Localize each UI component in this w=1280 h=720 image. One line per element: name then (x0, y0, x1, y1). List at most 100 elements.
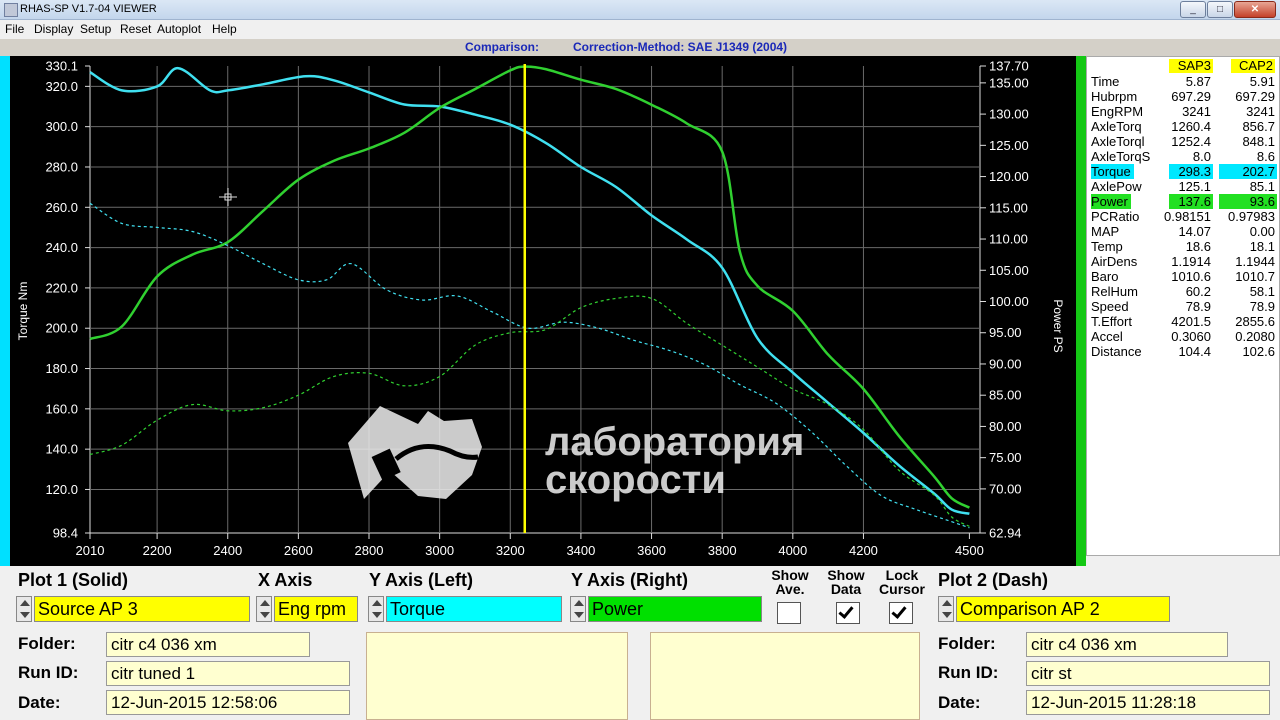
spinner-down-icon[interactable] (942, 612, 952, 618)
spinner-up-icon[interactable] (574, 600, 584, 606)
data-row-name: Temp (1091, 239, 1123, 254)
x-tick-label: 2200 (143, 543, 172, 558)
plot1-spinner[interactable] (16, 596, 32, 622)
left-tick-label: 140.0 (45, 442, 78, 457)
data-row-power: Power 137.6 93.6 (1091, 194, 1277, 209)
data-row-value-2: 85.1 (1249, 179, 1275, 194)
yaxis-left-select[interactable]: Torque (386, 596, 562, 622)
run2-runid-label: Run ID: (938, 663, 999, 682)
data-row-value-1: 1252.4 (1171, 134, 1211, 149)
data-row-value-1: 298.3 (1169, 164, 1213, 179)
spinner-up-icon[interactable] (260, 600, 270, 606)
run1-date-label: Date: (18, 693, 61, 712)
yaxis-right-title: Y Axis (Right) (571, 570, 689, 590)
left-tick-label: 260.0 (45, 200, 78, 215)
right-tick-label: 95.00 (989, 325, 1022, 340)
data-row-value-1: 3241 (1182, 104, 1211, 119)
plot1-select[interactable]: Source AP 3 (34, 596, 250, 622)
left-tick-label: 320.0 (45, 79, 78, 94)
run1-runid-field[interactable]: citr tuned 1 (106, 661, 350, 686)
menu-display[interactable]: Display (34, 22, 73, 36)
spinner-up-icon[interactable] (372, 600, 382, 606)
right-tick-label: 130.00 (989, 107, 1029, 122)
right-tick-label: 110.00 (989, 232, 1028, 247)
show-ave-checkbox[interactable] (777, 602, 801, 624)
data-row-relhum: RelHum 60.2 58.1 (1091, 284, 1277, 299)
data-row-value-1: 1260.4 (1171, 119, 1211, 134)
right-tick-label: 115.00 (989, 200, 1028, 215)
menu-autoplot[interactable]: Autoplot (157, 22, 201, 36)
xaxis-spinner[interactable] (256, 596, 272, 622)
data-row-speed: Speed 78.9 78.9 (1091, 299, 1277, 314)
plot2-select[interactable]: Comparison AP 2 (956, 596, 1170, 622)
left-tick-label: 200.0 (45, 321, 78, 336)
spinner-down-icon[interactable] (574, 612, 584, 618)
yaxis-right-select[interactable]: Power (588, 596, 762, 622)
menu-bar: File Display Setup Reset Autoplot Help (0, 20, 1280, 39)
xaxis-title: X Axis (258, 570, 313, 590)
app-icon (4, 3, 18, 17)
x-tick-label: 2600 (284, 543, 313, 558)
maximize-button[interactable]: □ (1207, 1, 1233, 18)
show-data-checkbox[interactable] (836, 602, 860, 624)
plot2-spinner[interactable] (938, 596, 954, 622)
data-row-hubrpm: Hubrpm 697.29 697.29 (1091, 89, 1277, 104)
data-row-value-1: 18.6 (1185, 239, 1211, 254)
spinner-down-icon[interactable] (20, 612, 30, 618)
plot2-notes-box[interactable] (650, 632, 920, 720)
data-row-value-2: 78.9 (1249, 299, 1275, 314)
data-row-baro: Baro 1010.6 1010.7 (1091, 269, 1277, 284)
xaxis-select[interactable]: Eng rpm (274, 596, 358, 622)
spinner-up-icon[interactable] (942, 600, 952, 606)
data-row-value-1: 14.07 (1178, 224, 1211, 239)
x-tick-label: 3000 (425, 543, 454, 558)
data-row-name: T.Effort (1091, 314, 1132, 329)
menu-help[interactable]: Help (212, 22, 237, 36)
run1-folder-field[interactable]: citr c4 036 xm (106, 632, 310, 657)
run2-runid-field[interactable]: citr st (1026, 661, 1270, 686)
data-row-value-1: 137.6 (1169, 194, 1213, 209)
data-row-name: AxleTorqS (1091, 149, 1151, 164)
left-tick-label: 98.4 (53, 526, 78, 541)
menu-file[interactable]: File (5, 22, 24, 36)
run2-folder-field[interactable]: citr c4 036 xm (1026, 632, 1228, 657)
data-row-value-1: 125.1 (1178, 179, 1211, 194)
data-row-name: Accel (1091, 329, 1123, 344)
dyno-chart[interactable]: 2010 2200 2400 2600 2800 3000 3200 3400 3600 3800… (10, 56, 1076, 566)
data-row-value-1: 8.0 (1192, 149, 1211, 164)
x-tick-label: 3400 (566, 543, 595, 558)
menu-reset[interactable]: Reset (120, 22, 151, 36)
data-row-axletorql: AxleTorql 1252.4 848.1 (1091, 134, 1277, 149)
right-tick-label: 90.00 (989, 356, 1022, 371)
yright-spinner[interactable] (570, 596, 586, 622)
spinner-down-icon[interactable] (372, 612, 382, 618)
spinner-up-icon[interactable] (20, 600, 30, 606)
data-row-value-1: 5.87 (1185, 74, 1211, 89)
power-axis-stripe (1076, 56, 1086, 566)
data-row-name: Speed (1091, 299, 1129, 314)
checkmark-icon (838, 603, 854, 619)
lock-cursor-label: Lock Cursor (879, 567, 925, 597)
data-row-axlepow: AxlePow 125.1 85.1 (1091, 179, 1277, 194)
right-tick-label: 70.00 (989, 481, 1022, 496)
data-row-value-1: 104.4 (1178, 344, 1211, 359)
comparison-header: Comparison: Correction-Method: SAE J1349… (0, 39, 1280, 56)
right-tick-label: 80.00 (989, 419, 1022, 434)
data-row-value-2: 697.29 (1235, 89, 1275, 104)
minimize-button[interactable]: _ (1180, 1, 1206, 18)
right-tick-label: 137.70 (989, 59, 1029, 74)
menu-setup[interactable]: Setup (80, 22, 111, 36)
data-row-name: EngRPM (1091, 104, 1144, 119)
lock-cursor-checkbox[interactable] (889, 602, 913, 624)
spinner-down-icon[interactable] (260, 612, 270, 618)
x-tick-label: 3800 (708, 543, 737, 558)
plot1-notes-box[interactable] (366, 632, 628, 720)
right-tick-label: 105.00 (989, 263, 1029, 278)
data-row-value-1: 60.2 (1185, 284, 1211, 299)
yleft-spinner[interactable] (368, 596, 384, 622)
data-row-map: MAP 14.07 0.00 (1091, 224, 1277, 239)
left-axis-label: Torque Nm (16, 282, 30, 341)
left-tick-label: 300.0 (45, 119, 78, 134)
right-tick-label: 100.00 (989, 294, 1029, 309)
close-button[interactable]: ✕ (1234, 1, 1276, 18)
